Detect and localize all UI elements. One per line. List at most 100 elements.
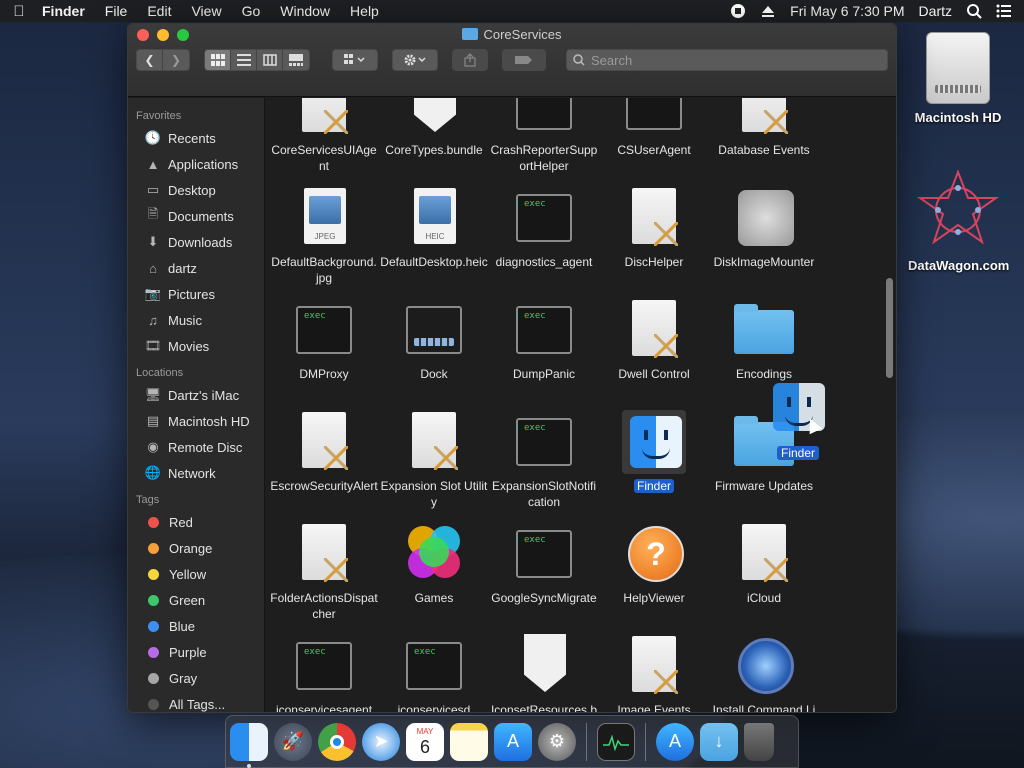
sidebar-item-network[interactable]: 🌐 Network: [128, 460, 264, 486]
menu-help[interactable]: Help: [340, 3, 389, 19]
dock-system-preferences-icon[interactable]: ⚙: [538, 722, 576, 761]
menu-edit[interactable]: Edit: [137, 3, 181, 19]
column-view-button[interactable]: [257, 50, 283, 70]
spotlight-search-icon[interactable]: [966, 3, 982, 19]
sidebar-item-applications[interactable]: ▲ Applications: [128, 151, 264, 177]
menu-app-name[interactable]: Finder: [38, 3, 95, 19]
dock-chrome-icon[interactable]: [318, 722, 356, 761]
file-item[interactable]: HEIC DefaultDesktop.heic: [379, 180, 489, 292]
icon-view-button[interactable]: [205, 50, 231, 70]
menu-window[interactable]: Window: [270, 3, 340, 19]
scrollbar[interactable]: [882, 98, 896, 712]
apple-menu-icon[interactable]: : [0, 3, 38, 20]
sidebar-item-recents[interactable]: 🕓 Recents: [128, 125, 264, 151]
dock-notes-icon[interactable]: [450, 722, 488, 761]
dock-launchpad-icon[interactable]: 🚀: [274, 722, 312, 761]
sidebar-tag-green[interactable]: Green: [128, 587, 264, 613]
dock-activity-monitor-icon[interactable]: [597, 722, 635, 761]
sidebar-tag-orange[interactable]: Orange: [128, 535, 264, 561]
sidebar-tag-gray[interactable]: Gray: [128, 665, 264, 691]
file-item-label: DiskImageMounter: [710, 254, 818, 270]
file-item[interactable]: Install Command Line De...per Tools: [709, 628, 819, 712]
menu-clock[interactable]: Fri May 6 7:30 PM: [790, 3, 904, 19]
notification-center-icon[interactable]: [996, 3, 1012, 19]
desktop-item-datawagon[interactable]: DataWagon.com: [908, 168, 1009, 273]
sidebar-item-desktop[interactable]: ▭ Desktop: [128, 177, 264, 203]
gallery-view-button[interactable]: [283, 50, 309, 70]
sidebar-tag-purple[interactable]: Purple: [128, 639, 264, 665]
file-item[interactable]: Image Events: [599, 628, 709, 712]
sidebar-item-macintosh-hd[interactable]: ▤ Macintosh HD: [128, 408, 264, 434]
share-button[interactable]: [452, 49, 488, 71]
scrollbar-thumb[interactable]: [886, 278, 893, 378]
file-item[interactable]: CoreTypes.bundle: [379, 98, 489, 180]
sidebar-item-remote-disc[interactable]: ◉ Remote Disc: [128, 434, 264, 460]
file-item[interactable]: Finder: [599, 404, 709, 516]
file-item[interactable]: exec DMProxy: [269, 292, 379, 404]
file-item[interactable]: ? HelpViewer: [599, 516, 709, 628]
file-item[interactable]: EscrowSecurityAlert: [269, 404, 379, 516]
dock-downloads-folder-icon[interactable]: ↓: [700, 722, 738, 761]
menu-view[interactable]: View: [181, 3, 231, 19]
action-button[interactable]: [392, 49, 438, 71]
file-item[interactable]: DiscHelper: [599, 180, 709, 292]
file-item[interactable]: exec ExpansionSlotNotification: [489, 404, 599, 516]
back-button[interactable]: ❮: [137, 50, 163, 70]
dock-safari-icon[interactable]: ➤: [362, 722, 400, 761]
search-field[interactable]: [566, 49, 888, 71]
edit-tags-button[interactable]: [502, 49, 546, 71]
file-item[interactable]: JPEG DefaultBackground.jpg: [269, 180, 379, 292]
sidebar-item-pictures[interactable]: 📷 Pictures: [128, 281, 264, 307]
screen-record-icon[interactable]: [730, 3, 746, 19]
dock-app-store-icon[interactable]: A: [494, 722, 532, 761]
dock-calendar-icon[interactable]: MAY 6: [406, 722, 444, 761]
menu-file[interactable]: File: [95, 3, 138, 19]
dock-app-store-folder-icon[interactable]: A: [656, 722, 694, 761]
file-item[interactable]: exec diagnostics_agent: [489, 180, 599, 292]
sidebar-tag-all-tags[interactable]: All Tags...: [128, 691, 264, 712]
file-item[interactable]: DiskImageMounter: [709, 180, 819, 292]
file-item[interactable]: exec CSUserAgent: [599, 98, 709, 180]
hard-drive-icon: ▤: [146, 413, 160, 428]
desktop-item-macintosh-hd[interactable]: Macintosh HD: [908, 32, 1008, 125]
file-item[interactable]: IconsetResources.bundle: [489, 628, 599, 712]
dock-separator: [586, 722, 587, 761]
file-item-label: iCloud: [710, 590, 818, 606]
sidebar-tag-blue[interactable]: Blue: [128, 613, 264, 639]
file-item[interactable]: Dwell Control: [599, 292, 709, 404]
executable-icon: exec: [512, 186, 576, 250]
sidebar-tag-yellow[interactable]: Yellow: [128, 561, 264, 587]
dock-trash-icon[interactable]: [744, 722, 774, 761]
file-item[interactable]: Games: [379, 516, 489, 628]
sidebar-tag-red[interactable]: Red: [128, 509, 264, 535]
sidebar-item-dartz[interactable]: ⌂ dartz: [128, 255, 264, 281]
file-item[interactable]: exec CrashReporterSupportHelper: [489, 98, 599, 180]
file-item[interactable]: CoreServicesUIAgent: [269, 98, 379, 180]
sidebar-item-downloads[interactable]: ⬇ Downloads: [128, 229, 264, 255]
file-item[interactable]: Dock: [379, 292, 489, 404]
file-item[interactable]: exec iconservicesd: [379, 628, 489, 712]
dock-finder-icon[interactable]: [230, 722, 268, 768]
file-item[interactable]: iCloud: [709, 516, 819, 628]
executable-icon: exec: [292, 634, 356, 698]
group-by-button[interactable]: [332, 49, 378, 71]
forward-button[interactable]: ❯: [163, 50, 189, 70]
sidebar-item-dartz-s-imac[interactable]: 🖥 Dartz's iMac: [128, 382, 264, 408]
eject-icon[interactable]: [760, 3, 776, 19]
menu-user[interactable]: Dartz: [919, 3, 952, 19]
file-item[interactable]: Database Events: [709, 98, 819, 180]
sidebar-item-movies[interactable]: 🎞 Movies: [128, 333, 264, 359]
file-item[interactable]: exec iconservicesagent: [269, 628, 379, 712]
file-item[interactable]: FolderActionsDispatcher: [269, 516, 379, 628]
search-input[interactable]: [591, 52, 871, 68]
file-name: Database Events: [718, 143, 810, 157]
sidebar-item-music[interactable]: ♫ Music: [128, 307, 264, 333]
sidebar-item-documents[interactable]: 🗎 Documents: [128, 203, 264, 229]
file-item[interactable]: exec DumpPanic: [489, 292, 599, 404]
file-name: DiskImageMounter: [713, 255, 815, 269]
menu-go[interactable]: Go: [232, 3, 271, 19]
sidebar-tag-label: Orange: [169, 540, 213, 556]
list-view-button[interactable]: [231, 50, 257, 70]
file-item[interactable]: Expansion Slot Utility: [379, 404, 489, 516]
file-item[interactable]: exec GoogleSyncMigrate: [489, 516, 599, 628]
